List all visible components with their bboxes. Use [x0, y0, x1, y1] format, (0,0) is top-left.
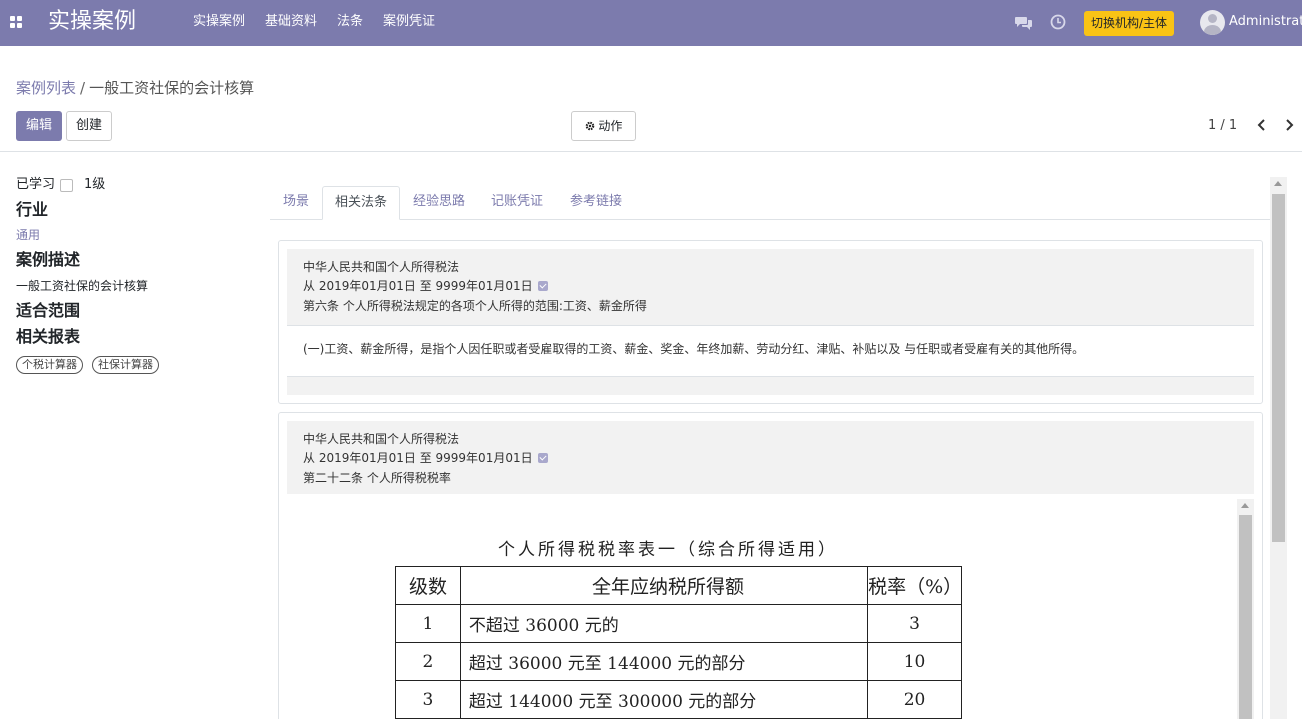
period-checkbox[interactable]: [537, 453, 548, 463]
report-tag-tax-calculator[interactable]: 个税计算器: [16, 356, 83, 374]
app-brand[interactable]: 实操案例: [48, 8, 136, 36]
law-content: (一)工资、薪金所得，是指个人因任职或者受雇取得的工资、薪金、奖金、年终加薪、劳…: [303, 342, 1085, 356]
switch-organization-button[interactable]: 切换机构/主体: [1084, 11, 1175, 36]
law-name: 中华人民共和国个人所得税法: [303, 432, 460, 446]
breadcrumb-case-list[interactable]: 案例列表: [16, 79, 76, 97]
industry-label: 行业: [16, 200, 49, 219]
cell-level: 1: [395, 604, 461, 643]
law-article: 第六条 个人所得税法规定的各项个人所得的范围:工资、薪金所得: [303, 299, 647, 313]
gear-icon: [585, 121, 594, 131]
table-row: 3 超过 144000 元至 300000 元的部分 20: [395, 680, 962, 719]
cell-amount: 不超过 36000 元的: [459, 604, 869, 643]
table-row: 1 不超过 36000 元的 3: [395, 604, 962, 643]
apps-grid-icon[interactable]: [10, 16, 22, 28]
tab-vouchers[interactable]: 记账凭证: [491, 186, 543, 220]
tab-scenario[interactable]: 场景: [283, 186, 309, 220]
divider: [287, 325, 1254, 326]
level-value: 1级: [84, 177, 106, 192]
menu-item-case-vouchers[interactable]: 案例凭证: [383, 14, 435, 30]
action-dropdown-button[interactable]: 动作: [571, 111, 636, 141]
header-rate: 税率（%）: [867, 566, 962, 605]
period-checkbox[interactable]: [537, 281, 548, 291]
cell-level: 2: [395, 642, 461, 681]
header-level: 级数: [395, 566, 461, 605]
cell-rate: 20: [867, 680, 962, 719]
learned-checkbox[interactable]: [60, 179, 73, 192]
cell-amount: 超过 36000 元至 144000 元的部分: [459, 642, 869, 681]
page-scrollbar[interactable]: [1270, 177, 1287, 719]
create-button[interactable]: 创建: [66, 111, 112, 141]
activity-clock-icon[interactable]: [1050, 14, 1066, 34]
scrollbar-thumb[interactable]: [1239, 515, 1252, 719]
law-period-row: 从 2019年01月01日 至 9999年01月01日: [303, 451, 548, 466]
description-label: 案例描述: [16, 250, 81, 269]
scrollbar-thumb[interactable]: [1272, 194, 1285, 542]
law-period: 从 2019年01月01日 至 9999年01月01日: [303, 279, 533, 293]
user-menu-name[interactable]: Administrator: [1229, 14, 1302, 30]
tab-related-laws[interactable]: 相关法条: [322, 186, 400, 220]
law-article: 第二十二条 个人所得税税率: [303, 471, 451, 485]
pager-value[interactable]: 1 / 1: [1208, 118, 1237, 134]
description-value: 一般工资社保的会计核算: [16, 279, 149, 293]
breadcrumb-separator: /: [80, 79, 86, 97]
reports-label: 相关报表: [16, 327, 81, 346]
industry-value[interactable]: 通用: [16, 228, 40, 243]
chevron-right-icon[interactable]: [1284, 118, 1294, 136]
menu-item-laws[interactable]: 法条: [337, 14, 363, 30]
cell-rate: 10: [867, 642, 962, 681]
tab-experience[interactable]: 经验思路: [413, 186, 465, 220]
cell-amount: 超过 144000 元至 300000 元的部分: [459, 680, 869, 719]
tab-reference-links[interactable]: 参考链接: [570, 186, 622, 220]
divider: [287, 376, 1254, 377]
law-card-footer: [287, 377, 1254, 395]
menu-item-cases[interactable]: 实操案例: [193, 14, 245, 30]
action-label: 动作: [598, 119, 623, 133]
control-panel-divider: [0, 151, 1302, 152]
breadcrumb-current: 一般工资社保的会计核算: [89, 79, 255, 97]
edit-button[interactable]: 编辑: [16, 111, 62, 141]
scope-label: 适合范围: [16, 301, 81, 320]
top-navbar: 实操案例 实操案例 基础资料 法条 案例凭证 切换机构/主体 Administr…: [0, 0, 1302, 46]
breadcrumb: 案例列表 / 一般工资社保的会计核算: [16, 78, 254, 98]
user-avatar[interactable]: [1200, 10, 1225, 35]
learned-label: 已学习: [16, 177, 56, 192]
scroll-up-arrow-icon[interactable]: [1274, 181, 1282, 186]
tax-table-title: 个人所得税税率表一（综合所得适用）: [498, 540, 838, 560]
cell-level: 3: [395, 680, 461, 719]
header-amount: 全年应纳税所得额: [459, 566, 869, 605]
law-period: 从 2019年01月01日 至 9999年01月01日: [303, 451, 533, 465]
table-header-row: 级数 全年应纳税所得额 税率（%）: [395, 566, 962, 605]
inner-scrollbar[interactable]: [1237, 499, 1254, 719]
menu-item-basic-data[interactable]: 基础资料: [265, 14, 317, 30]
chevron-left-icon[interactable]: [1257, 118, 1267, 136]
tax-rate-table: 级数 全年应纳税所得额 税率（%） 1 不超过 36000 元的 3 2 超过 …: [395, 566, 962, 719]
report-tag-social-security-calculator[interactable]: 社保计算器: [92, 356, 159, 374]
cell-rate: 3: [867, 604, 962, 643]
scroll-up-arrow-icon[interactable]: [1241, 503, 1249, 508]
law-name: 中华人民共和国个人所得税法: [303, 260, 460, 274]
law-period-row: 从 2019年01月01日 至 9999年01月01日: [303, 279, 548, 294]
chat-icon[interactable]: [1015, 15, 1033, 35]
table-row: 2 超过 36000 元至 144000 元的部分 10: [395, 642, 962, 681]
